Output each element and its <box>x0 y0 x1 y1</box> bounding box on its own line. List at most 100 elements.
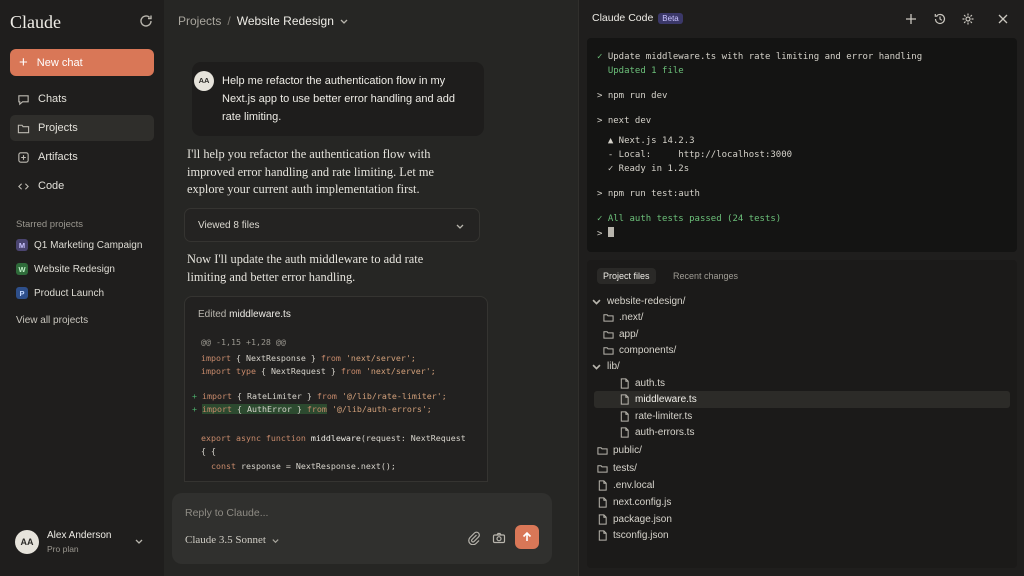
code-string: '@/lib/rate-limiter'; <box>336 391 447 401</box>
user-message-text: Help me refactor the authentication flow… <box>222 75 455 123</box>
code-line: const response = NextResponse.next(); <box>201 461 396 471</box>
starred-project-website-redesign[interactable]: W Website Redesign <box>16 263 115 275</box>
assistant-message: I'll help you refactor the authenticatio… <box>187 147 435 196</box>
camera-icon[interactable] <box>492 531 506 545</box>
terminal-line: ✓ Ready in 1.2s <box>597 164 690 174</box>
user-name: Alex Anderson <box>47 530 112 541</box>
terminal-line: - Local: http://localhost:3000 <box>597 150 793 160</box>
claude-code-title: Claude Code Beta <box>592 12 683 24</box>
tree-file[interactable]: auth.ts <box>619 375 665 391</box>
send-button[interactable] <box>515 525 539 549</box>
user-menu[interactable]: AA Alex Anderson Pro plan <box>10 518 154 566</box>
prompt-symbol: > <box>597 229 608 239</box>
project-label: Q1 Marketing Campaign <box>34 239 143 251</box>
tree-item-label: auth.ts <box>635 377 666 389</box>
tree-item-label: components/ <box>619 344 677 356</box>
model-name: Claude 3.5 Sonnet <box>185 534 266 546</box>
file-icon <box>598 496 607 508</box>
tree-item-label: .next/ <box>619 311 644 323</box>
starred-project-product-launch[interactable]: P Product Launch <box>16 287 104 299</box>
tree-item-label: lib/ <box>607 360 620 372</box>
tree-file[interactable]: auth-errors.ts <box>619 424 694 440</box>
chevron-down-icon <box>592 364 601 370</box>
nav-projects-label: Projects <box>38 122 78 134</box>
code-keyword: export async function <box>201 433 311 443</box>
tree-item-label: middleware.ts <box>635 393 697 405</box>
close-icon[interactable] <box>996 12 1010 26</box>
code-keyword: from <box>316 391 337 401</box>
nav-artifacts[interactable]: Artifacts <box>10 144 154 170</box>
project-badge: M <box>16 239 28 251</box>
plus-icon[interactable] <box>904 12 918 26</box>
tree-folder[interactable]: website-redesign/ <box>591 293 685 309</box>
reply-input[interactable]: Reply to Claude... <box>185 507 268 519</box>
terminal-line: ✓ All auth tests passed (24 tests) <box>597 214 782 224</box>
sidebar: Claude + New chat Chats Projects Artifac… <box>0 0 164 576</box>
terminal[interactable]: ✓ Update middleware.ts with rate limitin… <box>587 38 1017 252</box>
project-badge: W <box>16 263 28 275</box>
assistant-message: Now I'll update the auth middleware to a… <box>187 252 424 284</box>
code-edit-card[interactable]: Edited middleware.ts @@ -1,15 +1,28 @@ i… <box>184 296 488 482</box>
code-keyword: import <box>202 404 232 414</box>
file-icon <box>620 377 629 389</box>
tree-file[interactable]: package.json <box>597 511 672 527</box>
view-all-projects-link[interactable]: View all projects <box>16 315 88 326</box>
tree-file[interactable]: .env.local <box>597 477 655 493</box>
nav-chats[interactable]: Chats <box>10 86 154 112</box>
chat-area: Projects / Website Redesign AA Help me r… <box>164 0 578 576</box>
file-icon <box>598 529 607 541</box>
claude-logo[interactable]: Claude <box>10 12 61 33</box>
starred-project-q1-marketing[interactable]: M Q1 Marketing Campaign <box>16 239 142 251</box>
new-chat-button[interactable]: + New chat <box>10 49 154 76</box>
code-keyword: const <box>201 461 241 471</box>
gear-icon[interactable] <box>961 12 975 26</box>
code-line-added: + import { RateLimiter } from '@/lib/rat… <box>192 391 447 401</box>
tree-folder[interactable]: tests/ <box>597 460 637 476</box>
reply-composer[interactable]: Reply to Claude... Claude 3.5 Sonnet <box>172 493 552 564</box>
diff-plus: + <box>192 404 202 414</box>
chat-bubble-icon <box>18 94 29 105</box>
chevron-down-icon[interactable] <box>339 16 349 26</box>
code-text: (request: NextRequest <box>360 433 466 443</box>
nav-artifacts-label: Artifacts <box>38 151 78 163</box>
tree-folder[interactable]: components/ <box>603 342 676 358</box>
tab-project-files[interactable]: Project files <box>597 268 656 284</box>
tree-folder[interactable]: lib/ <box>591 358 620 374</box>
terminal-prompt[interactable]: > <box>597 227 614 239</box>
user-plan: Pro plan <box>47 544 79 554</box>
refresh-icon[interactable] <box>138 13 154 29</box>
tree-folder[interactable]: public/ <box>597 442 642 458</box>
nav-code[interactable]: Code <box>10 173 154 199</box>
code-line: { { <box>201 446 216 456</box>
terminal-line: > npm run dev <box>597 91 668 101</box>
code-function-name: middleware <box>310 433 361 443</box>
code-card-filename: middleware.ts <box>229 309 291 320</box>
paperclip-icon[interactable] <box>467 531 481 545</box>
chevron-down-icon <box>456 224 464 229</box>
starred-projects-heading: Starred projects <box>16 219 84 230</box>
claude-code-title-text: Claude Code <box>592 12 654 24</box>
code-keyword: from <box>306 404 327 414</box>
tree-folder[interactable]: app/ <box>603 326 638 342</box>
breadcrumb-current[interactable]: Website Redesign <box>237 14 334 28</box>
history-icon[interactable] <box>933 12 947 26</box>
code-card-title-prefix: Edited <box>198 309 230 320</box>
code-string: 'next/server'; <box>340 353 416 363</box>
tree-file[interactable]: rate-limiter.ts <box>619 408 692 424</box>
nav-projects[interactable]: Projects <box>10 115 154 141</box>
cursor <box>607 227 614 237</box>
tree-file[interactable]: middleware.ts <box>619 391 697 407</box>
viewed-files-toggle[interactable]: Viewed 8 files <box>184 208 480 242</box>
file-icon <box>620 410 629 422</box>
code-text: response = NextResponse.next(); <box>240 461 396 471</box>
breadcrumb-projects[interactable]: Projects <box>178 14 221 28</box>
tab-recent-changes[interactable]: Recent changes <box>667 268 744 284</box>
terminal-text: Update middleware.ts with rate limiting … <box>602 52 923 62</box>
tree-folder[interactable]: .next/ <box>603 309 643 325</box>
breadcrumb-separator: / <box>227 14 231 28</box>
new-chat-label: New chat <box>36 56 83 69</box>
tree-file[interactable]: tsconfig.json <box>597 527 669 543</box>
tree-file[interactable]: next.config.js <box>597 494 671 510</box>
tree-item-label: website-redesign/ <box>607 295 686 307</box>
model-selector[interactable]: Claude 3.5 Sonnet <box>185 534 280 546</box>
